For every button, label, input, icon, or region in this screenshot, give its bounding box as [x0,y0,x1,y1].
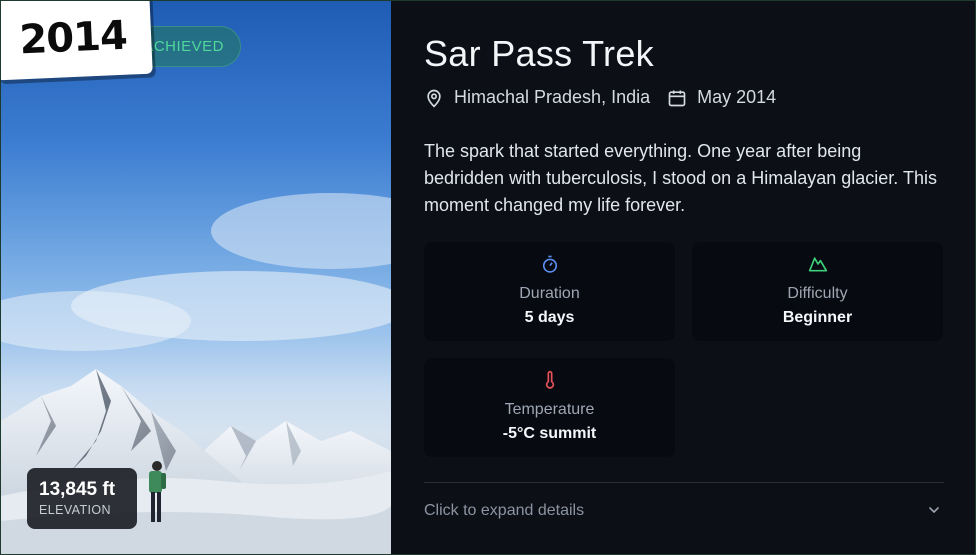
divider [424,482,944,483]
trek-photo: ACHIEVED 2014 13,845 ft ELEVATION [1,1,391,554]
calendar-icon [668,90,686,106]
stat-temperature: Temperature -5°C summit [424,358,675,457]
stat-value: Beginner [782,309,853,326]
expand-details-link[interactable]: Click to expand details [424,502,584,520]
location-group: Himachal Pradesh, India [424,87,650,108]
elevation-badge: 13,845 ft ELEVATION [27,468,137,529]
year-tag: 2014 [1,1,153,81]
trek-details-panel: Sar Pass Trek Himachal Pradesh, India Ma… [391,1,975,554]
trek-card[interactable]: ACHIEVED 2014 13,845 ft ELEVATION Sar Pa… [0,0,976,555]
location-text: Himachal Pradesh, India [454,87,651,107]
elevation-label: ELEVATION [39,503,111,517]
trek-title: Sar Pass Trek [424,33,654,74]
thermometer-icon [545,370,554,389]
elevation-value: 13,845 ft [39,479,116,500]
trek-meta: Himachal Pradesh, India May 2014 [424,87,776,108]
stat-value: 5 days [524,309,575,326]
map-pin-icon [427,89,441,107]
year-label: 2014 [18,12,128,64]
stat-label: Temperature [504,401,595,418]
stat-duration: Duration 5 days [424,242,675,341]
date-group: May 2014 [667,87,776,108]
trek-description: The spark that started everything. One y… [424,141,937,215]
stat-difficulty: Difficulty Beginner [692,242,943,341]
mountain-icon [808,257,827,272]
stat-label: Duration [519,285,580,302]
chevron-down-icon[interactable] [926,502,942,518]
stat-value: -5°C summit [502,425,597,442]
date-text: May 2014 [697,87,777,107]
stat-label: Difficulty [787,285,848,302]
stopwatch-icon [542,255,557,273]
